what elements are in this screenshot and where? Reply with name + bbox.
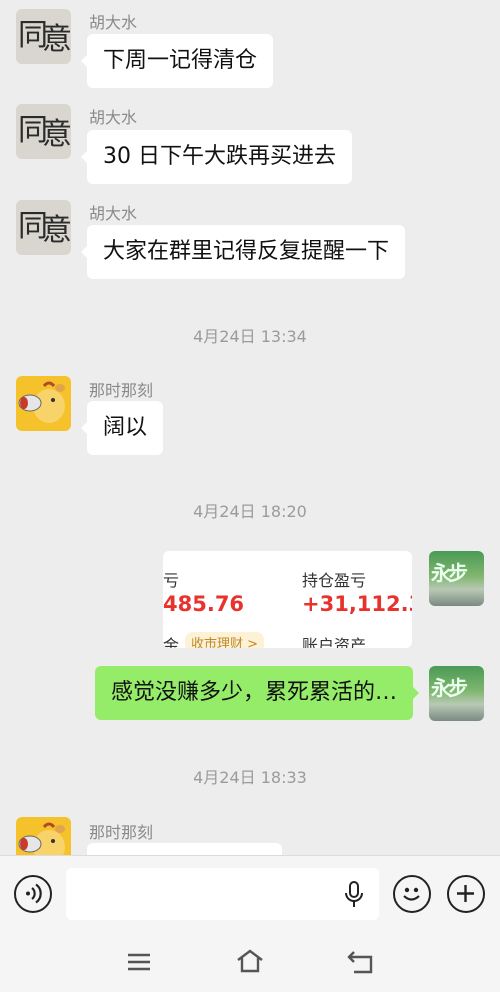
card-pill: 收市理财 > bbox=[185, 632, 265, 648]
avatar[interactable]: 同 意 bbox=[16, 9, 71, 64]
card-label: 亏 bbox=[163, 571, 180, 590]
my-avatar[interactable]: 永步 bbox=[429, 551, 484, 606]
mic-icon[interactable] bbox=[343, 880, 365, 910]
emoji-icon[interactable] bbox=[393, 875, 431, 913]
avatar[interactable] bbox=[16, 817, 71, 855]
sender-name: 胡大水 bbox=[89, 13, 138, 32]
message-bubble[interactable] bbox=[87, 843, 282, 855]
menu-icon[interactable] bbox=[126, 951, 152, 973]
cartoon-icon bbox=[18, 381, 65, 423]
message-bubble[interactable]: 阔以 bbox=[80, 401, 164, 455]
message-input[interactable] bbox=[66, 868, 379, 920]
message-bubble[interactable]: 30 日下午大跌再买进去 bbox=[81, 130, 352, 184]
card-label: 持仓盈亏 bbox=[302, 571, 367, 590]
card-label: 账户资产 bbox=[302, 636, 367, 648]
message-bubble[interactable]: 下周一记得清仓 bbox=[80, 34, 274, 88]
chat-area[interactable]: 同 意 胡大水 下周一记得清仓 同 意 胡大水 30 日下午大跌再买进去 同 意… bbox=[0, 0, 500, 855]
timestamp: 4月24日 18:33 bbox=[193, 768, 307, 787]
card-label: 金 bbox=[163, 636, 180, 648]
my-avatar[interactable]: 永步 bbox=[429, 666, 484, 721]
avatar-logo: 永步 bbox=[431, 676, 468, 700]
card-value: +31,112.36 bbox=[302, 592, 412, 616]
avatar[interactable]: 同 意 bbox=[16, 200, 71, 255]
avatar-glyph-2: 意 bbox=[42, 213, 71, 248]
image-message[interactable]: 亏 485.76 持仓盈亏 +31,112.36 金 收市理财 > 账户资产 bbox=[163, 551, 412, 648]
input-bar bbox=[0, 855, 500, 992]
timestamp: 4月24日 13:34 bbox=[193, 327, 307, 346]
avatar-glyph-2: 意 bbox=[42, 117, 71, 152]
home-icon[interactable] bbox=[235, 948, 265, 974]
outgoing-bubble[interactable]: 感觉没赚多少，累死累活的… bbox=[94, 666, 420, 720]
voice-icon[interactable] bbox=[14, 875, 52, 913]
sender-name: 那时那刻 bbox=[89, 381, 154, 400]
plus-icon[interactable] bbox=[447, 875, 485, 913]
sender-name: 胡大水 bbox=[89, 108, 138, 127]
avatar[interactable] bbox=[16, 376, 71, 431]
sender-name: 那时那刻 bbox=[89, 823, 154, 842]
card-value: 485.76 bbox=[163, 592, 245, 616]
cartoon-icon bbox=[18, 822, 65, 855]
sender-name: 胡大水 bbox=[89, 204, 138, 223]
message-bubble[interactable]: 大家在群里记得反复提醒一下 bbox=[80, 225, 406, 279]
timestamp: 4月24日 18:20 bbox=[193, 502, 307, 521]
avatar[interactable]: 同 意 bbox=[16, 104, 71, 159]
back-icon[interactable] bbox=[346, 949, 376, 975]
avatar-logo: 永步 bbox=[431, 561, 468, 585]
avatar-glyph-2: 意 bbox=[42, 22, 71, 57]
